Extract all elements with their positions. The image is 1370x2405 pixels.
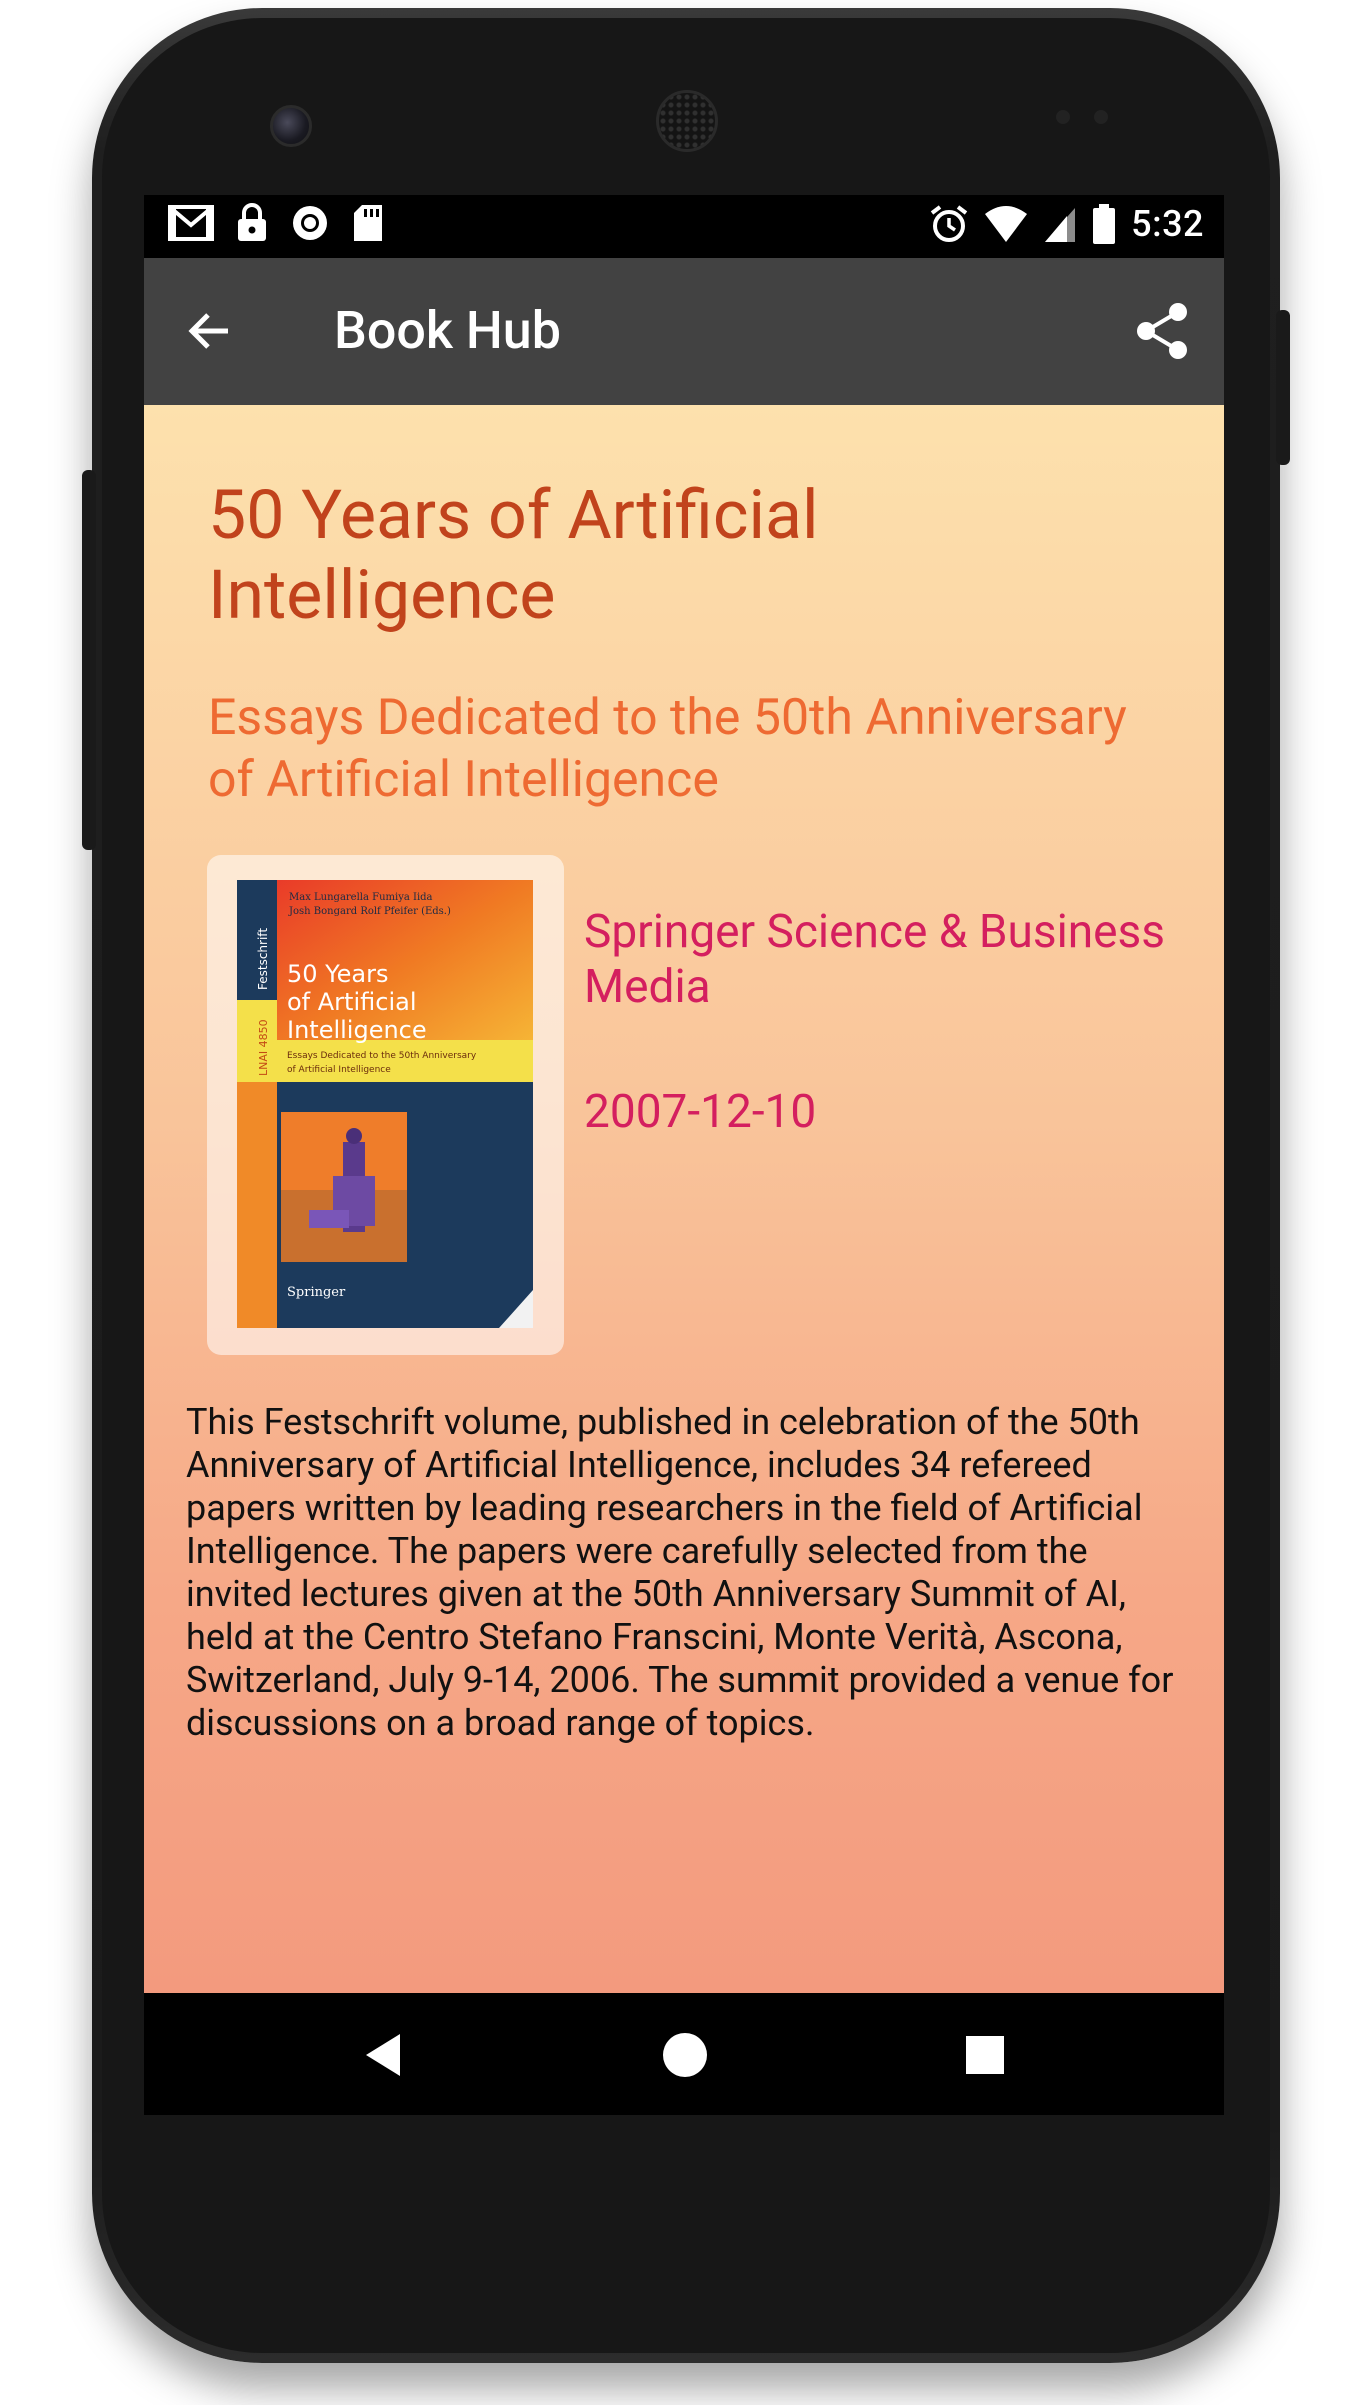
arrow-left-icon[interactable] [180,301,240,361]
gmail-icon [168,205,214,241]
volume-button [82,470,96,850]
cover-subtitle-line2: of Artificial Intelligence [287,1065,391,1075]
earpiece-speaker [656,90,718,152]
wifi-icon [985,206,1028,242]
alarm-icon [930,205,968,242]
power-button [1276,310,1290,465]
triangle-back-icon[interactable] [360,2030,410,2080]
square-recents-icon[interactable] [960,2030,1010,2080]
book-subtitle: Essays Dedicated to the 50th Anniversary… [208,689,1127,809]
cover-editors-line1: Max Lungarella Fumiya Iida [289,892,433,903]
app-bar: Book Hub [144,258,1224,405]
share-icon[interactable] [1132,300,1194,362]
signal-icon [1045,208,1076,242]
cover-publisher-logo: Springer [287,1285,346,1300]
book-publisher: Springer Science & Business Media [584,905,1166,1014]
lock-icon [238,203,266,241]
book-title: 50 Years of Artificial Intelligence [208,475,819,635]
cover-title-line2: of Artificial [287,988,416,1016]
cover-title-line3: Intelligence [287,1016,427,1044]
book-published-date: 2007-12-10 [584,1085,817,1139]
book-detail-content: 50 Years of Artificial Intelligence Essa… [144,405,1224,1993]
book-description: This Festschrift volume, published in ce… [186,1401,1174,1744]
battery-icon [1093,204,1116,244]
status-bar: 5:32 [144,195,1224,258]
front-camera [270,105,312,147]
circle-home-icon[interactable] [660,2030,710,2080]
book-cover-frame: Max Lungarella Fumiya Iida Josh Bongard … [207,855,564,1355]
cover-title-line1: 50 Years [287,960,388,988]
cover-subtitle-line1: Essays Dedicated to the 50th Anniversary [287,1051,477,1061]
status-time: 5:32 [1131,203,1204,245]
screen: 5:32 Book Hub 50 Years of Artificial Int… [144,195,1224,2115]
navigation-bar [144,1993,1224,2115]
sync-circle-icon [293,206,327,240]
light-sensor [1094,110,1108,124]
app-title: Book Hub [334,300,561,361]
book-cover-art: Max Lungarella Fumiya Iida Josh Bongard … [237,880,533,1328]
book-cover-image[interactable]: Max Lungarella Fumiya Iida Josh Bongard … [237,880,533,1328]
proximity-sensor [1056,110,1070,124]
cover-editors-line2: Josh Bongard Rolf Pfeifer (Eds.) [288,906,451,917]
sd-card-icon [354,205,382,241]
cover-series-label: Festschrift [256,928,270,990]
cover-lncs-label: LNAI 4850 [257,1019,270,1076]
